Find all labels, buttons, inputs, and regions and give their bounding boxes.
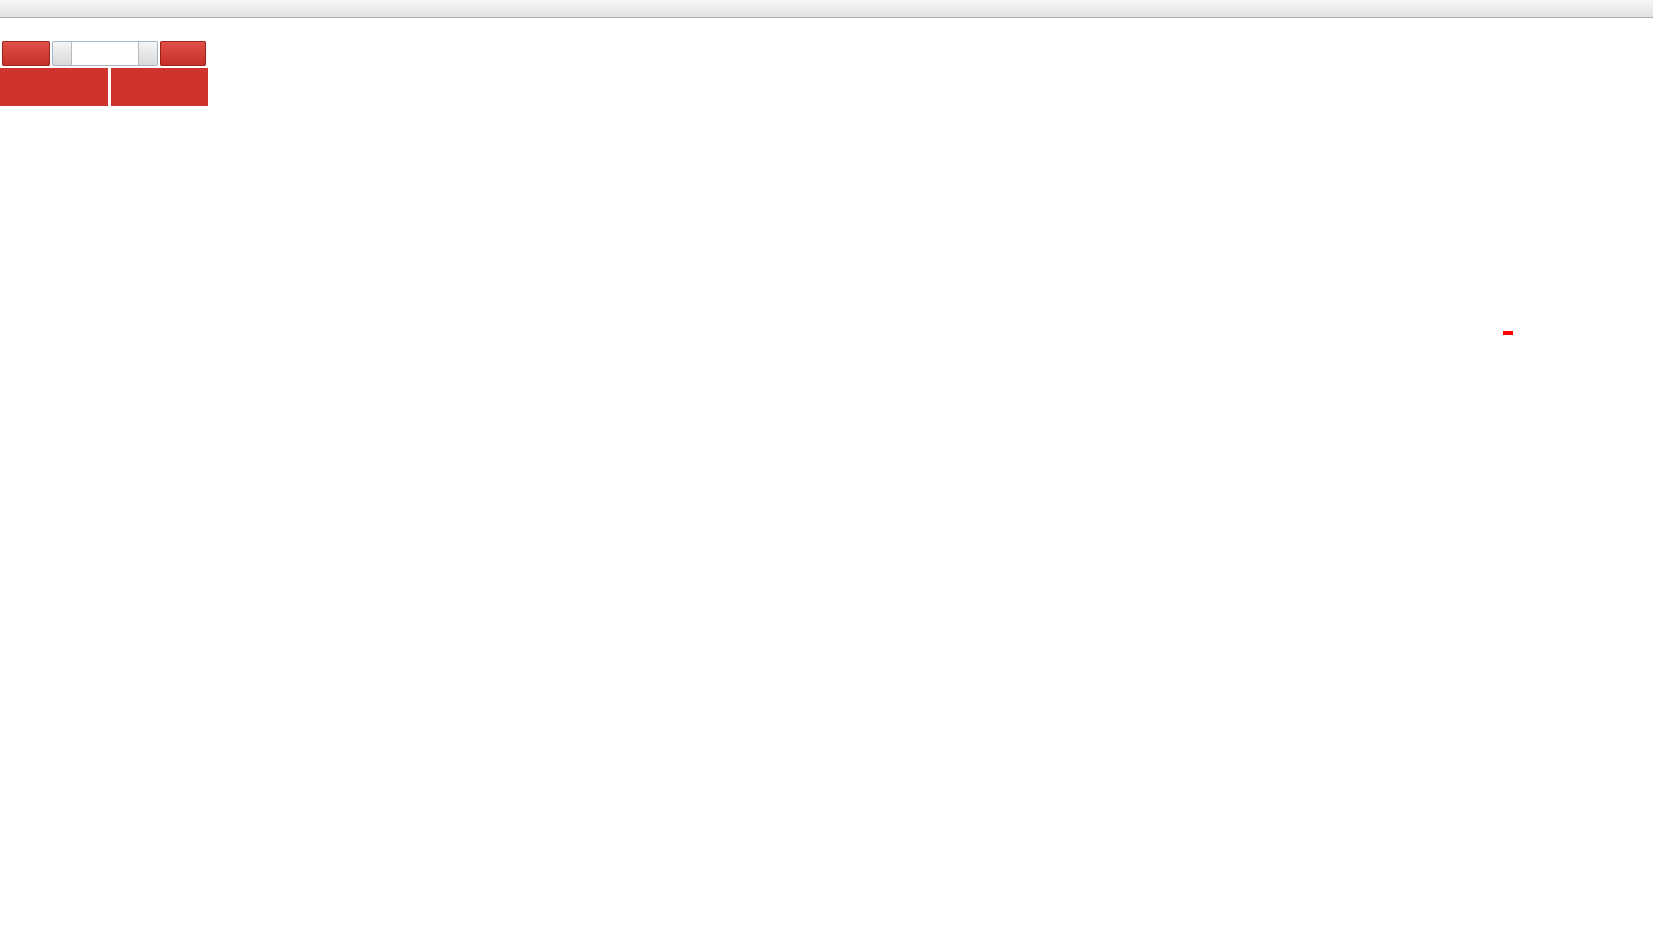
volume-input[interactable]	[72, 42, 138, 65]
buy-button[interactable]	[160, 41, 206, 66]
buy-price[interactable]	[111, 68, 208, 106]
one-click-trading-panel	[0, 38, 208, 106]
sell-button[interactable]	[2, 41, 50, 66]
toolbar	[0, 0, 1653, 18]
volume-stepper	[52, 41, 158, 66]
price-callout-box[interactable]	[1503, 331, 1513, 335]
sell-price[interactable]	[0, 68, 108, 106]
volume-decrease-button[interactable]	[53, 42, 72, 65]
chart-ohlc-header	[10, 23, 21, 37]
volume-increase-button[interactable]	[138, 42, 157, 65]
chart-canvas[interactable]	[0, 0, 1653, 942]
